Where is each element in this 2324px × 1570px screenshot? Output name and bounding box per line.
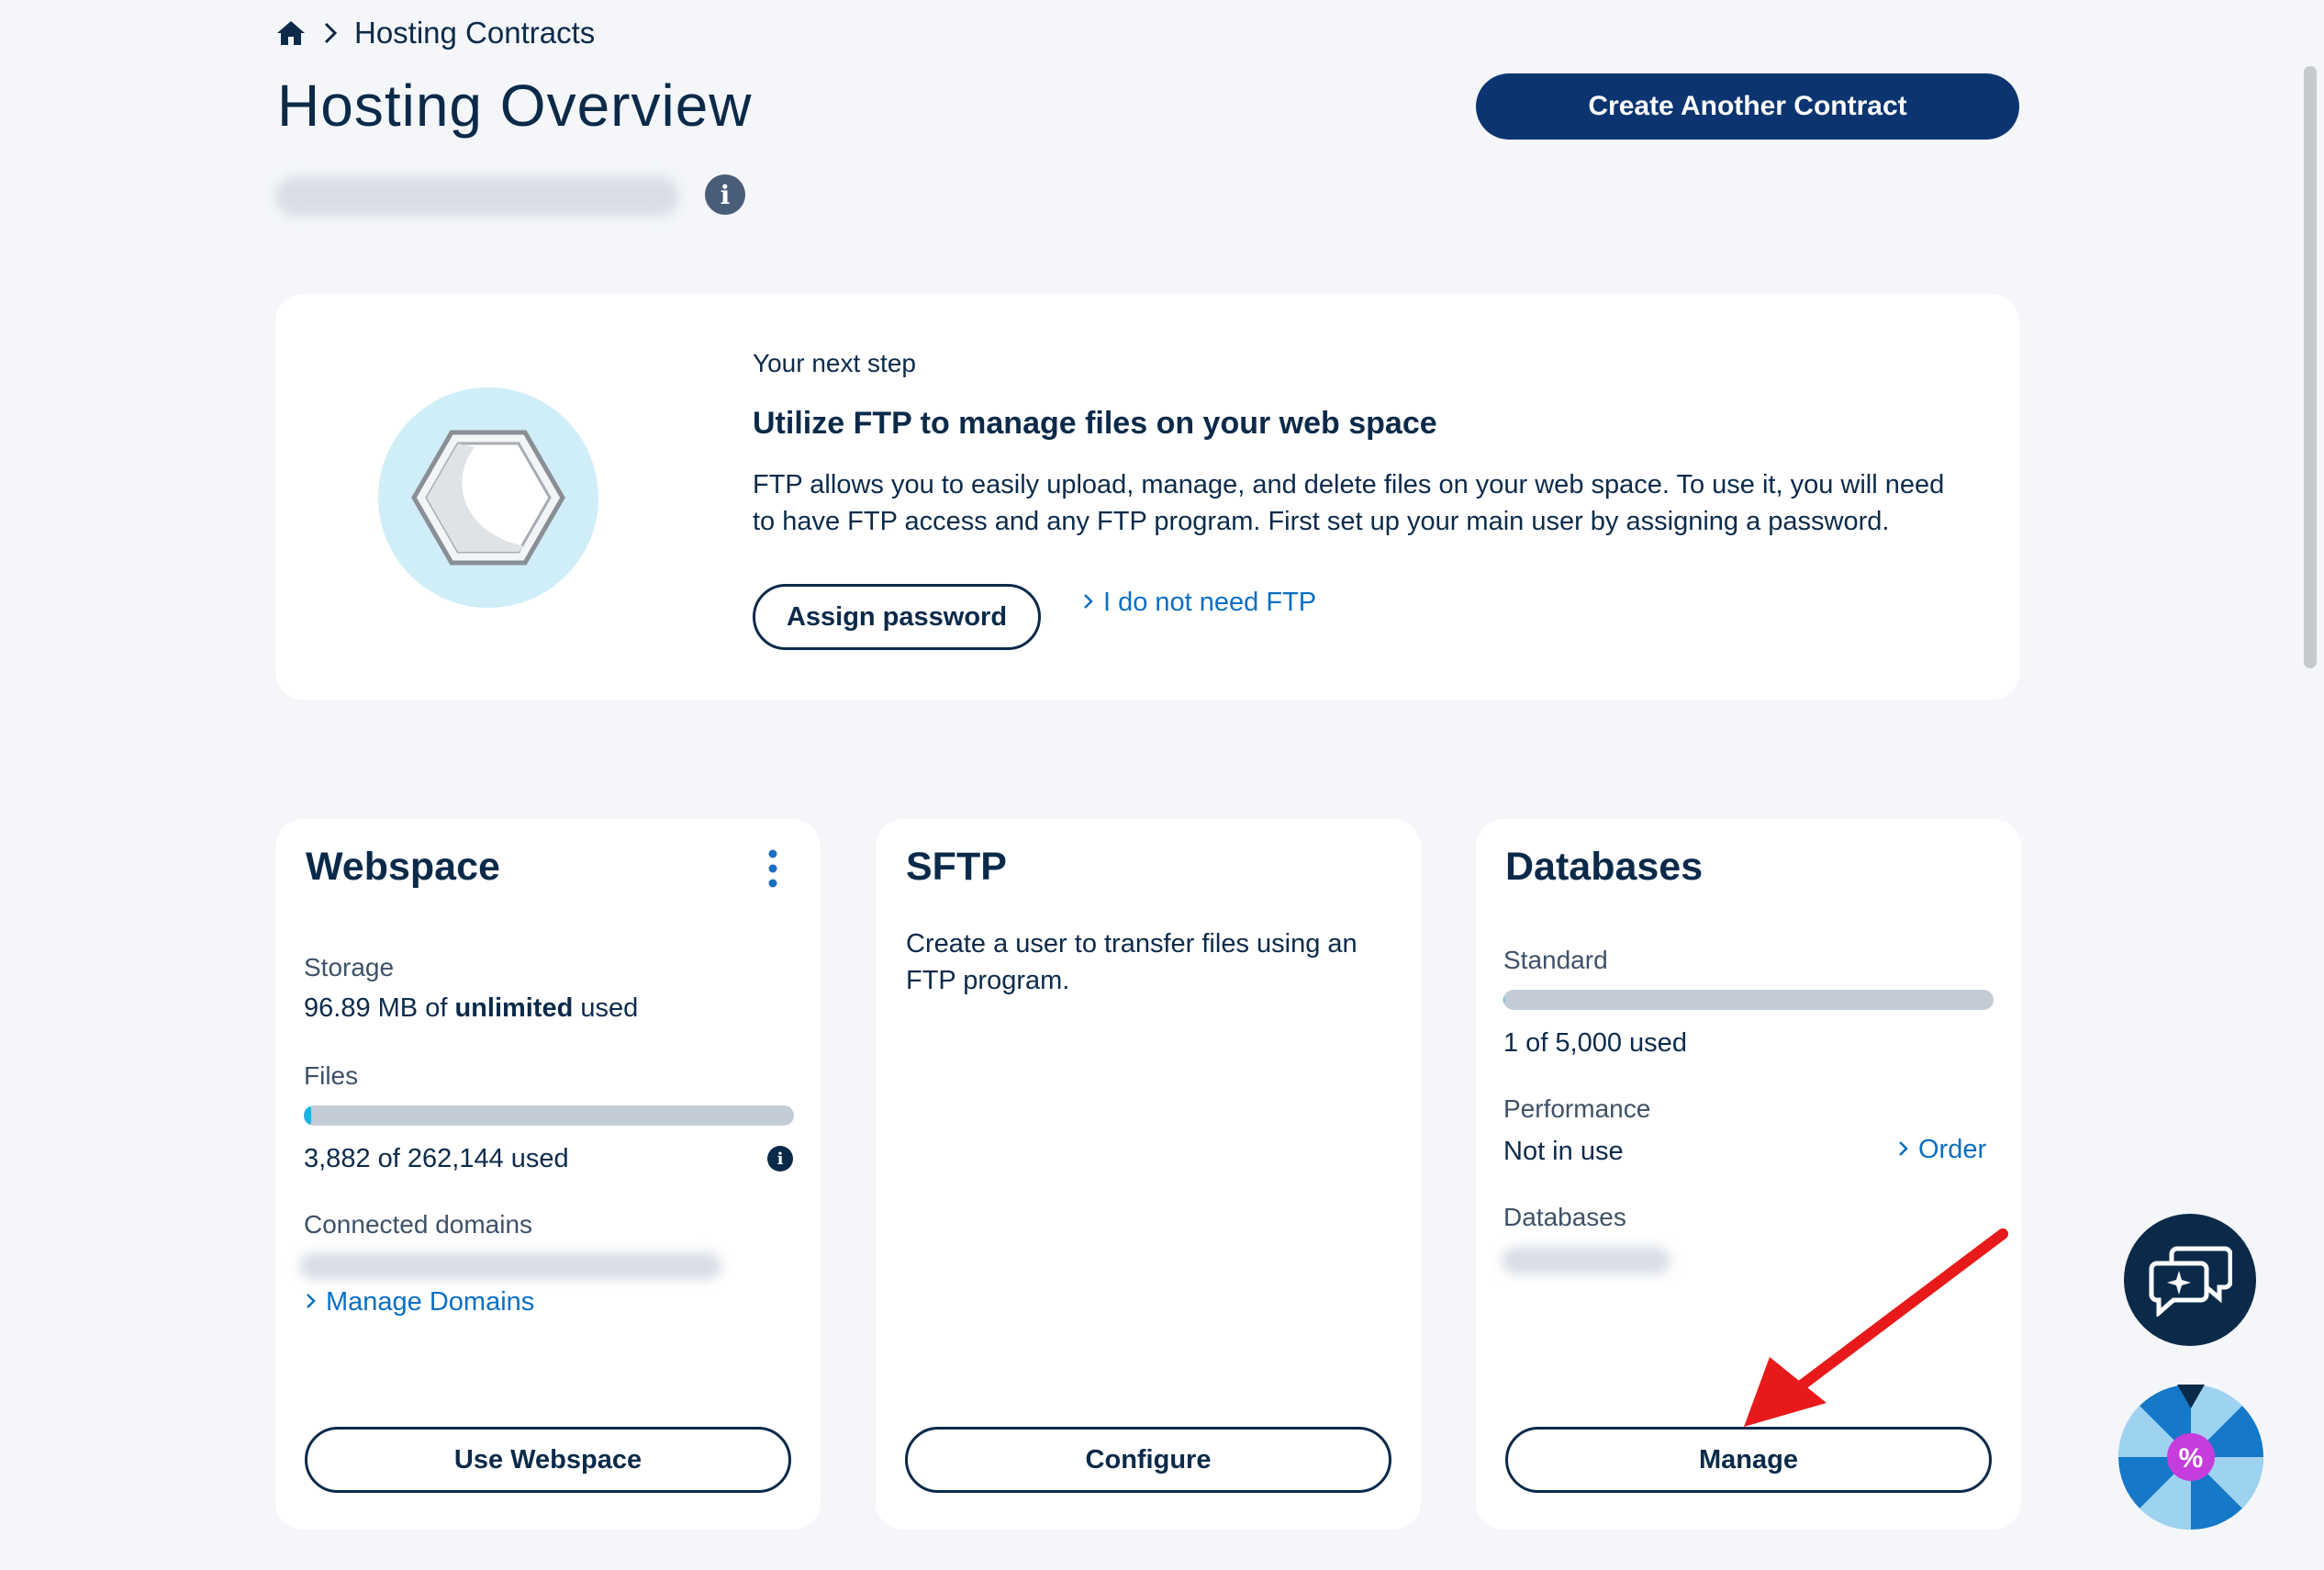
next-step-heading: Utilize FTP to manage files on your web … — [753, 406, 1437, 441]
standard-progress-bar — [1503, 990, 1994, 1010]
manage-domains-label: Manage Domains — [326, 1287, 535, 1317]
chat-bubbles-icon[interactable] — [2124, 1214, 2256, 1346]
chevron-right-icon — [1083, 588, 1094, 618]
webspace-card — [275, 819, 821, 1530]
storage-suffix: used — [573, 993, 639, 1023]
page-title: Hosting Overview — [277, 73, 753, 139]
files-progress-bar — [304, 1105, 794, 1126]
breadcrumb-current[interactable]: Hosting Contracts — [354, 16, 595, 50]
webspace-title: Webspace — [306, 845, 500, 889]
connected-domains-label: Connected domains — [304, 1210, 533, 1239]
files-label: Files — [304, 1061, 359, 1090]
sftp-title: SFTP — [906, 845, 1007, 889]
manage-domains-link[interactable]: Manage Domains — [306, 1287, 534, 1318]
configure-button[interactable]: Configure — [905, 1427, 1391, 1493]
contract-name-redacted — [275, 176, 679, 217]
next-step-description: FTP allows you to easily upload, manage,… — [753, 470, 1945, 536]
info-icon[interactable]: i — [767, 1146, 793, 1172]
next-step-kicker: Your next step — [753, 349, 916, 377]
sftp-description: Create a user to transfer files using an… — [906, 929, 1358, 995]
order-label: Order — [1918, 1135, 1987, 1164]
storage-amount: 96.89 MB — [304, 993, 419, 1023]
discount-wheel-icon[interactable]: % — [2117, 1383, 2265, 1531]
standard-label: Standard — [1503, 946, 1608, 974]
database-name-redacted — [1502, 1247, 1670, 1274]
annotation-arrow — [1744, 1228, 2008, 1427]
order-link[interactable]: Order — [1898, 1135, 1986, 1165]
storage-limit: unlimited — [454, 993, 574, 1023]
databases-title: Databases — [1505, 845, 1704, 889]
home-icon[interactable] — [275, 19, 307, 47]
info-icon[interactable]: i — [705, 174, 745, 215]
standard-value: 1 of 5,000 used — [1503, 1028, 1687, 1058]
storage-value: 96.89 MB of unlimited used — [304, 993, 638, 1024]
databases-label: Databases — [1503, 1203, 1626, 1231]
assign-password-button[interactable]: Assign password — [753, 584, 1041, 650]
breadcrumb: Hosting Contracts — [275, 13, 595, 53]
chevron-right-icon — [1898, 1135, 1909, 1165]
use-webspace-button[interactable]: Use Webspace — [305, 1427, 791, 1493]
files-value: 3,882 of 262,144 used — [304, 1144, 569, 1173]
create-contract-button[interactable]: Create Another Contract — [1476, 73, 2019, 140]
performance-label: Performance — [1503, 1094, 1651, 1123]
chevron-right-icon — [323, 21, 338, 45]
svg-text:%: % — [2179, 1443, 2204, 1474]
no-ftp-label: I do not need FTP — [1103, 587, 1317, 617]
scrollbar-thumb[interactable] — [2304, 66, 2317, 668]
chevron-right-icon — [306, 1287, 317, 1318]
storage-of: of — [418, 993, 455, 1023]
storage-label: Storage — [304, 953, 395, 981]
no-ftp-link[interactable]: I do not need FTP — [1083, 584, 1316, 621]
hexagon-icon — [378, 387, 598, 608]
performance-value: Not in use — [1503, 1137, 1624, 1166]
connected-domain-redacted — [299, 1252, 721, 1280]
kebab-menu-icon[interactable] — [764, 848, 782, 893]
